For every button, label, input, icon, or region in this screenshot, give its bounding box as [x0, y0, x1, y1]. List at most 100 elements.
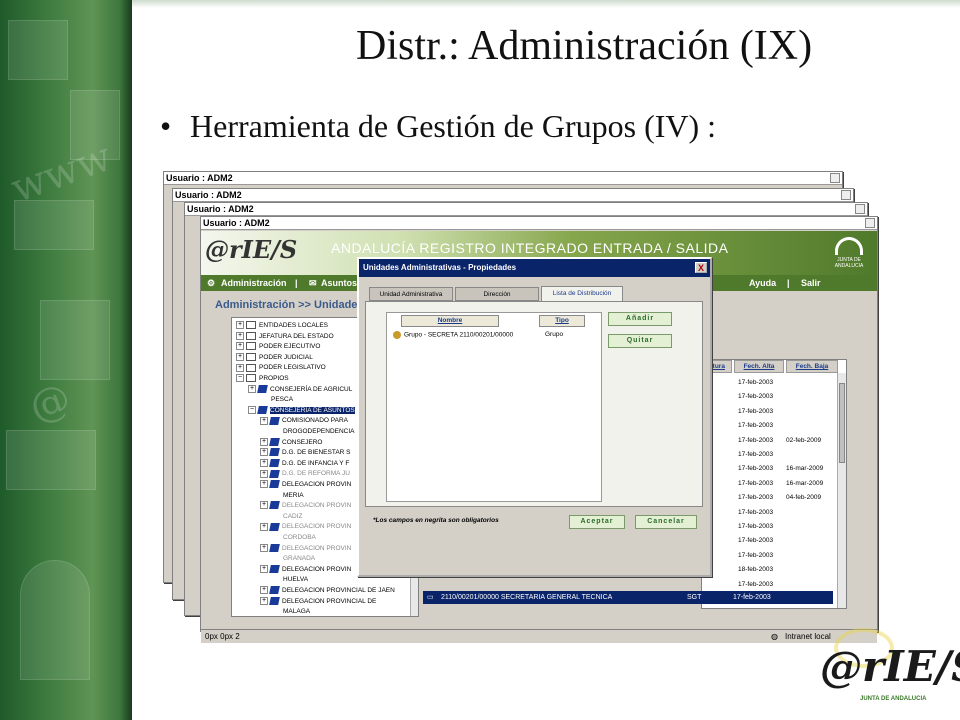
expand-icon[interactable]: + — [260, 437, 268, 446]
required-fields-note: *Los campos en negrita son obligatorios — [373, 517, 499, 524]
collapse-icon[interactable]: − — [236, 374, 244, 383]
tree-item-label: CORDOBA — [283, 534, 316, 541]
scroll-up-icon[interactable] — [855, 204, 865, 214]
expand-icon[interactable]: + — [260, 522, 268, 531]
cell-fech-alta[interactable]: 17-feb-2003 — [738, 549, 773, 563]
cell-fech-baja[interactable]: 16-mar-2009 — [786, 462, 823, 476]
cell-fech-baja[interactable]: 02-feb-2009 — [786, 434, 821, 448]
group-icon — [393, 331, 401, 339]
folder-icon — [246, 342, 256, 351]
expand-icon[interactable]: + — [260, 586, 268, 595]
expand-icon[interactable]: + — [260, 596, 268, 605]
folder-icon — [246, 363, 256, 372]
expand-icon[interactable]: + — [260, 480, 268, 489]
window-title: Usuario : ADM2 — [166, 173, 233, 183]
menu-separator: | — [295, 278, 298, 288]
tree-item-label: CONSEJERÍA DE ASUNTOS — [270, 406, 355, 414]
expand-icon[interactable]: + — [248, 384, 256, 393]
tree-item-label: COMISIONADO PARA — [282, 417, 348, 425]
cell-fech-alta[interactable]: 17-feb-2003 — [738, 419, 773, 433]
cell-fech-alta[interactable]: 17-feb-2003 — [738, 534, 773, 548]
accept-button[interactable]: Aceptar — [569, 515, 625, 529]
scroll-up-icon[interactable] — [841, 190, 851, 200]
expand-icon[interactable]: + — [236, 321, 244, 330]
window-title: Usuario : ADM2 — [175, 190, 242, 200]
expand-icon[interactable]: + — [260, 501, 268, 510]
expand-icon[interactable]: + — [260, 459, 268, 468]
cell-fech-alta[interactable]: 17-feb-2003 — [738, 405, 773, 419]
tree-item-label: GRANADA — [283, 555, 316, 563]
distribution-list[interactable]: Nombre Tipo Grupo - SECRETA 2110/00201/0… — [386, 312, 602, 502]
cell-fech-alta[interactable]: 18-feb-2003 — [738, 563, 773, 577]
tab-lista-distribucion[interactable]: Lista de Distribución — [541, 286, 623, 301]
cell-fech-alta[interactable]: 17-feb-2003 — [738, 448, 773, 462]
expand-icon[interactable]: + — [236, 363, 244, 372]
expand-icon[interactable]: + — [260, 565, 268, 574]
tree-item-label: MALAGA — [283, 608, 311, 616]
header-fech-alta[interactable]: Fech. Alta — [734, 360, 784, 373]
scroll-up-icon[interactable] — [830, 173, 840, 183]
expand-icon[interactable]: + — [260, 543, 268, 552]
list-header-nombre[interactable]: Nombre — [401, 315, 499, 327]
dialog-title[interactable]: Unidades Administrativas - Propiedades — [359, 259, 710, 277]
expand-icon[interactable]: + — [236, 353, 244, 362]
expand-icon[interactable]: + — [260, 416, 268, 425]
cell-fech-alta[interactable]: 17-feb-2003 — [738, 434, 773, 448]
expand-icon[interactable]: + — [260, 469, 268, 478]
folder-icon — [246, 353, 256, 362]
cell-fech-alta[interactable]: 17-feb-2003 — [738, 506, 773, 520]
cancel-button[interactable]: Cancelar — [635, 515, 697, 529]
add-button[interactable]: Añadir — [608, 312, 672, 326]
tab-direccion[interactable]: Dirección — [455, 287, 539, 301]
tab-unidad-administrativa[interactable]: Unidad Administrativa — [369, 287, 453, 301]
menu-asuntos[interactable]: Asuntos — [321, 275, 357, 291]
book-icon — [269, 501, 280, 510]
cell-fech-alta[interactable]: 17-feb-2003 — [738, 491, 773, 505]
list-item-name: Grupo - SECRETA 2110/00201/00000 — [404, 331, 514, 339]
list-item[interactable]: Grupo - SECRETA 2110/00201/00000 — [393, 331, 513, 339]
selected-table-row[interactable]: ▭ 2110/00201/00000 SECRETARIA GENERAL TE… — [423, 591, 833, 604]
cell-fech-baja[interactable]: 16-mar-2009 — [786, 477, 823, 491]
breadcrumb: Administración >> Unidade — [215, 299, 358, 311]
tree-item-label: DELEGACION PROVIN — [282, 481, 352, 488]
folder-icon — [246, 374, 256, 383]
close-icon[interactable]: X — [695, 262, 707, 273]
book-icon — [269, 586, 280, 595]
collapse-icon[interactable]: − — [248, 406, 256, 415]
list-header-tipo[interactable]: Tipo — [539, 315, 585, 327]
cell-fech-alta[interactable]: 17-feb-2003 — [738, 462, 773, 476]
header-fech-baja[interactable]: Fech. Baja — [786, 360, 838, 373]
units-table[interactable]: atura Fech. Alta Fech. Baja 17-feb-2003N… — [701, 359, 847, 609]
tree-item[interactable]: MALAGA — [260, 606, 311, 616]
tree-item-label: DELEGACION PROVIN — [282, 502, 352, 510]
expand-icon[interactable]: + — [236, 342, 244, 351]
slide-title: Distr.: Administración (IX) — [356, 23, 813, 69]
cell-fech-alta[interactable]: 17-feb-2003 — [738, 520, 773, 534]
tree-item-label: CADIZ — [283, 512, 303, 520]
tree-item-label: PROPIOS — [259, 375, 289, 382]
menu-administracion[interactable]: Administración — [221, 275, 287, 291]
cell-fech-alta[interactable]: 17-feb-2003 — [738, 390, 773, 404]
scroll-thumb[interactable] — [839, 383, 845, 463]
cell-fech-alta[interactable]: 17-feb-2003 — [738, 376, 773, 390]
tree-item-label: D.G. DE INFANCIA Y F — [282, 459, 350, 467]
menu-salir[interactable]: Salir — [801, 275, 821, 291]
expand-icon[interactable]: + — [236, 331, 244, 340]
cell-fech-alta[interactable]: 17-feb-2003 — [738, 477, 773, 491]
folder-icon — [246, 321, 256, 330]
tree-item-label: HUELVA — [283, 576, 309, 584]
properties-dialog[interactable]: Unidades Administrativas - Propiedades X… — [357, 257, 712, 577]
window-titlebar[interactable]: Usuario : ADM2 — [185, 203, 867, 216]
scroll-up-icon[interactable] — [865, 218, 875, 228]
table-scrollbar[interactable] — [837, 373, 846, 608]
decorative-green-band: www @ — [0, 0, 132, 720]
folder-icon — [246, 331, 256, 340]
window-titlebar[interactable]: Usuario : ADM2 — [201, 217, 877, 230]
window-titlebar[interactable]: Usuario : ADM2 — [173, 189, 853, 202]
menu-ayuda[interactable]: Ayuda — [749, 275, 776, 291]
window-titlebar[interactable]: Usuario : ADM2 — [164, 172, 842, 185]
cell-fech-alta[interactable]: 17-feb-2003 — [738, 578, 773, 592]
remove-button[interactable]: Quitar — [608, 334, 672, 348]
expand-icon[interactable]: + — [260, 448, 268, 457]
cell-fech-baja[interactable]: 04-feb-2009 — [786, 491, 821, 505]
